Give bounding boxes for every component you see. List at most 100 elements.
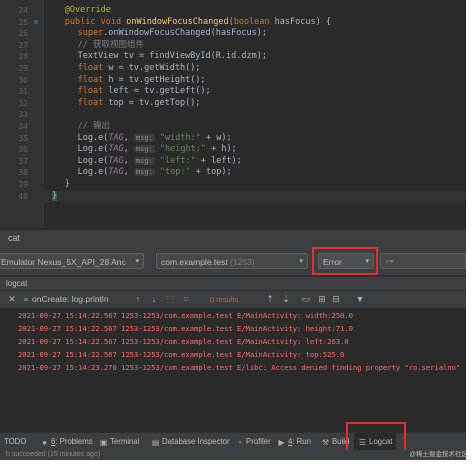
- code-text: float top = tv.getTop();: [78, 98, 201, 110]
- code-line[interactable]: 37 Log.e(TAG, msg: "left:" + left);: [0, 156, 466, 168]
- chevron-down-icon: ▾: [299, 258, 303, 265]
- terminal-icon: ▣: [99, 438, 108, 447]
- parameter-hint: msg:: [133, 145, 155, 154]
- logcat-search-input[interactable]: ⌕▾: [380, 253, 466, 269]
- tab-database-inspector[interactable]: ▤ Database Inspector: [151, 433, 230, 451]
- method-name-token: onWindowFocusChanged: [126, 16, 229, 27]
- parameter-hint: msg:: [133, 168, 155, 177]
- constant-token: TAG: [108, 144, 124, 155]
- code-line[interactable]: 38 Log.e(TAG, msg: "top:" + top);: [0, 167, 466, 179]
- comment-token: // 输出: [77, 120, 110, 131]
- log-line: 2021-09-27 15:14:22.567 1253-1253/com.ex…: [18, 337, 349, 346]
- code-line[interactable]: 24 @Override: [0, 5, 466, 17]
- search-results-count: 0 results: [210, 295, 239, 304]
- filter-funnel-icon[interactable]: ▼: [354, 293, 366, 305]
- code-token: Log.e(: [77, 167, 109, 178]
- code-editor[interactable]: 24 @Override 25 ⊙ public void onWindowFocusC…: [0, 0, 466, 228]
- code-text: Log.e(TAG, msg: "left:" + left);: [78, 156, 242, 168]
- run-icon: ▶: [278, 438, 285, 447]
- code-line[interactable]: 27 // 获取视图组件: [0, 40, 466, 52]
- add-filter-icon[interactable]: ⊞: [316, 293, 328, 305]
- code-token: Log.e(: [77, 155, 109, 166]
- device-selector-label: Emulator Nexus_5X_API_28 Anc: [1, 257, 126, 267]
- code-line[interactable]: 29 float w = tv.getWidth();: [0, 63, 466, 75]
- line-number: 32: [18, 98, 28, 108]
- hammer-icon: ⚒: [321, 438, 330, 447]
- remove-filter-icon[interactable]: ⊟: [330, 293, 342, 305]
- code-line[interactable]: 36 Log.e(TAG, msg: "height:" + h);: [0, 144, 466, 156]
- code-text: }: [52, 190, 58, 203]
- select-all-icon[interactable]: ▭: [300, 293, 312, 305]
- db-inspector-label: Database Inspector: [162, 437, 230, 446]
- search-icon: ⌕▾: [385, 256, 394, 266]
- arrow-down-icon[interactable]: ↓: [148, 293, 160, 305]
- problems-icon: ●: [42, 438, 47, 447]
- line-number: 30: [18, 75, 28, 85]
- next-occurrence-icon[interactable]: ⇣: [280, 293, 292, 305]
- logcat-output[interactable]: 2021-09-27 15:14:22.567 1253-1253/com.ex…: [0, 308, 466, 432]
- code-text: // 输出: [78, 121, 110, 133]
- string-token: "left:": [159, 155, 196, 166]
- code-token: + h);: [205, 144, 237, 155]
- code-line[interactable]: 33: [0, 109, 466, 121]
- line-number: 35: [18, 133, 28, 143]
- logcat-search-query[interactable]: onCreate: log.println: [32, 291, 109, 308]
- tab-problems[interactable]: ● 6: Problems: [40, 433, 93, 451]
- constant-token: TAG: [108, 155, 124, 166]
- process-name: com.example.test: [161, 257, 228, 267]
- code-line[interactable]: 28 TextView tv = findViewById(R.id.dzm);: [0, 51, 466, 63]
- code-line[interactable]: 25 ⊙ public void onWindowFocusChanged(bool…: [0, 17, 466, 29]
- code-token: top = tv.getTop();: [108, 97, 201, 108]
- regex-icon[interactable]: ⌗: [180, 293, 192, 305]
- line-number: 28: [18, 52, 28, 62]
- device-selector[interactable]: Emulator Nexus_5X_API_28 Anc ▾: [0, 253, 144, 269]
- code-text: }: [65, 179, 70, 191]
- code-token: w = tv.getWidth();: [108, 62, 201, 73]
- code-line[interactable]: 39}: [0, 179, 466, 191]
- code-line[interactable]: 34 // 输出: [0, 121, 466, 133]
- code-line[interactable]: 32 float top = tv.getTop();: [0, 98, 466, 110]
- code-token: .onWindowFocusChanged(hasFocus);: [103, 28, 267, 39]
- log-line: 2021-09-27 15:14:22.567 1253-1253/com.ex…: [18, 324, 353, 333]
- line-number: 25: [18, 17, 28, 27]
- code-token: TextView tv = findViewById(R.id.dzm);: [77, 51, 267, 62]
- line-number: 36: [18, 145, 28, 155]
- constant-token: TAG: [108, 167, 124, 178]
- line-number: 29: [18, 63, 28, 73]
- code-text: public void onWindowFocusChanged(boolean…: [65, 17, 331, 29]
- process-selector[interactable]: com.example.test (1253) ▾: [156, 253, 308, 269]
- line-number: 39: [18, 179, 28, 189]
- code-line[interactable]: 35 Log.e(TAG, msg: "width:" + w);: [0, 133, 466, 145]
- keyword-token: float: [77, 74, 109, 85]
- code-line[interactable]: 40}: [0, 190, 466, 203]
- tab-terminal[interactable]: ▣ Terminal: [99, 433, 140, 451]
- code-line[interactable]: 31 float left = tv.getLeft();: [0, 86, 466, 98]
- prev-occurrence-icon[interactable]: ⇡: [264, 293, 276, 305]
- close-icon[interactable]: ✕: [6, 293, 18, 305]
- code-token: ,: [123, 167, 134, 178]
- code-text: Log.e(TAG, msg: "width:" + w);: [78, 133, 232, 145]
- line-number: 37: [18, 156, 28, 166]
- tab-profiler[interactable]: ◔ Profiler: [235, 433, 271, 451]
- parameter-hint: msg:: [133, 133, 155, 142]
- tab-todo[interactable]: TODO: [4, 433, 26, 451]
- log-line: 2021-09-27 15:14:22.567 1253-1253/com.ex…: [18, 350, 345, 359]
- arrow-up-icon[interactable]: ↑: [132, 293, 144, 305]
- code-token: ,: [123, 132, 134, 143]
- code-text: // 获取视图组件: [78, 40, 144, 52]
- code-token: Log.e(: [77, 144, 109, 155]
- override-marker-icon: ⊙: [33, 17, 39, 26]
- code-line[interactable]: 30 float h = tv.getHeight();: [0, 75, 466, 87]
- code-line[interactable]: 26 super.onWindowFocusChanged(hasFocus);: [0, 28, 466, 40]
- status-bar: h succeeded (15 minutes ago): [0, 450, 466, 460]
- tab-run[interactable]: ▶ 4: Run: [277, 433, 311, 451]
- process-pid: (1253): [230, 257, 255, 267]
- comment-token: // 获取视图组件: [77, 39, 144, 50]
- code-text: float h = tv.getHeight();: [78, 75, 206, 87]
- code-text: float left = tv.getLeft();: [78, 86, 211, 98]
- annotation-token: @Override: [64, 5, 111, 15]
- line-number: 27: [18, 40, 28, 50]
- line-number: 33: [18, 110, 28, 120]
- match-case-icon[interactable]: ⬚: [164, 293, 176, 305]
- keyword-token: float: [77, 62, 109, 73]
